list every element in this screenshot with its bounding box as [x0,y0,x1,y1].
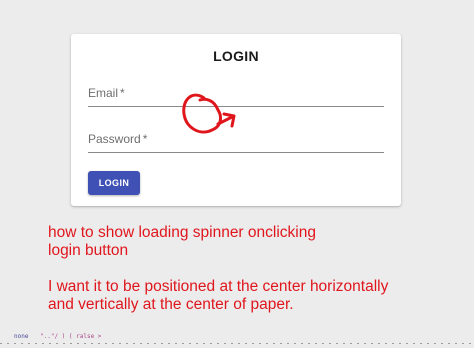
password-required-mark: * [142,132,148,146]
login-button[interactable]: LOGIN [88,171,140,195]
code-fragment-2: ".."/ ) ( ralse > [40,333,102,340]
question-line-3: I want it to be positioned at the center… [48,278,389,295]
login-title: LOGIN [213,48,259,64]
code-fragment-1: none [14,333,29,340]
question-text: how to show loading spinner onclicking l… [48,224,470,314]
annotation-loop-stroke [182,93,222,134]
question-line-2: login button [48,242,129,259]
question-gap [48,260,470,278]
question-line-1: how to show loading spinner onclicking [48,224,316,241]
question-line-4: and vertically at the center of paper. [48,296,294,313]
email-label: Email * [88,86,125,100]
email-label-text: Email [88,86,119,100]
hand-drawn-arrow-annotation [182,93,236,134]
password-label-text: Password [88,132,141,146]
email-required-mark: * [120,86,125,100]
code-editor-strip: none ".."/ ) ( ralse > [0,333,474,348]
password-label: Password * [88,132,147,146]
bottom-dotted-divider [0,343,474,344]
